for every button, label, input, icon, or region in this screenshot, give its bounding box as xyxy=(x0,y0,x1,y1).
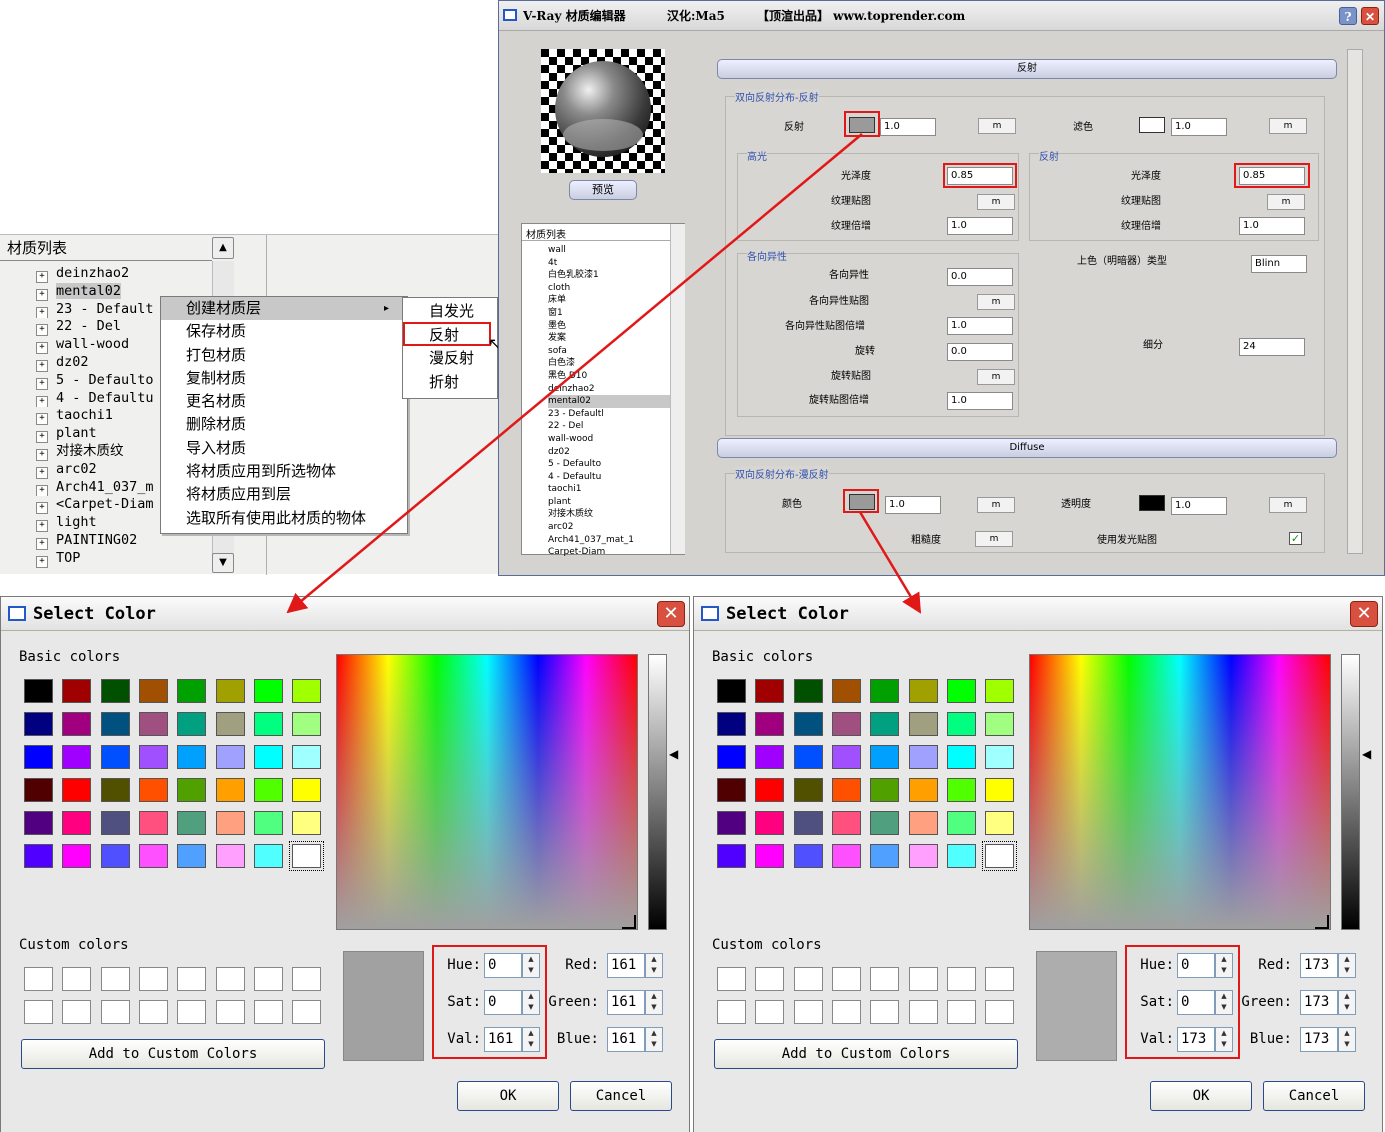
annotation-arrows xyxy=(286,133,922,614)
arrow-to-dialog-1 xyxy=(286,133,863,614)
arrow-to-dialog-2 xyxy=(858,511,922,614)
